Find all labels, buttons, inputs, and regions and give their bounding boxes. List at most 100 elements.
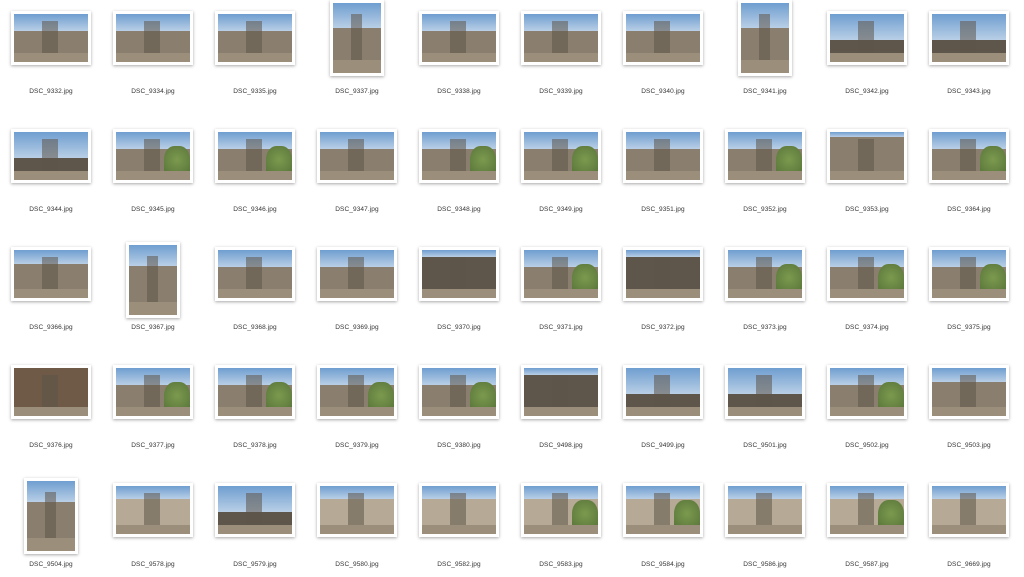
image-thumbnail[interactable] [126, 242, 180, 318]
image-thumbnail[interactable] [419, 365, 499, 419]
file-item[interactable]: DSC_9380.jpg [408, 360, 510, 478]
image-thumbnail[interactable] [827, 247, 907, 301]
file-item[interactable]: DSC_9582.jpg [408, 478, 510, 577]
image-thumbnail[interactable] [521, 483, 601, 537]
file-item[interactable]: DSC_9369.jpg [306, 242, 408, 360]
image-thumbnail[interactable] [11, 129, 91, 183]
file-item[interactable]: DSC_9366.jpg [0, 242, 102, 360]
file-item[interactable]: DSC_9586.jpg [714, 478, 816, 577]
image-thumbnail[interactable] [317, 483, 397, 537]
file-item[interactable]: DSC_9501.jpg [714, 360, 816, 478]
image-thumbnail[interactable] [215, 11, 295, 65]
image-thumbnail[interactable] [419, 483, 499, 537]
image-thumbnail[interactable] [929, 247, 1009, 301]
file-item[interactable]: DSC_9348.jpg [408, 124, 510, 242]
file-item[interactable]: DSC_9584.jpg [612, 478, 714, 577]
file-item[interactable]: DSC_9578.jpg [102, 478, 204, 577]
image-thumbnail[interactable] [215, 365, 295, 419]
file-item[interactable]: DSC_9370.jpg [408, 242, 510, 360]
image-thumbnail[interactable] [330, 0, 384, 76]
image-thumbnail[interactable] [11, 365, 91, 419]
file-item[interactable]: DSC_9502.jpg [816, 360, 918, 478]
image-thumbnail[interactable] [827, 365, 907, 419]
file-item[interactable]: DSC_9352.jpg [714, 124, 816, 242]
image-thumbnail[interactable] [929, 129, 1009, 183]
file-item[interactable]: DSC_9504.jpg [0, 478, 102, 577]
image-thumbnail[interactable] [623, 365, 703, 419]
file-item[interactable]: DSC_9347.jpg [306, 124, 408, 242]
image-thumbnail[interactable] [215, 483, 295, 537]
file-item[interactable]: DSC_9373.jpg [714, 242, 816, 360]
file-item[interactable]: DSC_9498.jpg [510, 360, 612, 478]
file-item[interactable]: DSC_9379.jpg [306, 360, 408, 478]
image-thumbnail[interactable] [623, 129, 703, 183]
file-item[interactable]: DSC_9351.jpg [612, 124, 714, 242]
image-thumbnail[interactable] [521, 11, 601, 65]
image-thumbnail[interactable] [521, 365, 601, 419]
image-thumbnail[interactable] [929, 365, 1009, 419]
file-item[interactable]: DSC_9335.jpg [204, 6, 306, 124]
file-item[interactable]: DSC_9344.jpg [0, 124, 102, 242]
image-thumbnail[interactable] [725, 365, 805, 419]
file-item[interactable]: DSC_9340.jpg [612, 6, 714, 124]
image-thumbnail[interactable] [623, 247, 703, 301]
file-item[interactable]: DSC_9334.jpg [102, 6, 204, 124]
file-item[interactable]: DSC_9346.jpg [204, 124, 306, 242]
image-thumbnail[interactable] [623, 483, 703, 537]
image-thumbnail[interactable] [929, 11, 1009, 65]
file-item[interactable]: DSC_9371.jpg [510, 242, 612, 360]
file-item[interactable]: DSC_9374.jpg [816, 242, 918, 360]
image-thumbnail[interactable] [419, 11, 499, 65]
image-thumbnail[interactable] [24, 478, 78, 554]
image-thumbnail[interactable] [113, 129, 193, 183]
image-thumbnail[interactable] [317, 365, 397, 419]
image-thumbnail[interactable] [827, 129, 907, 183]
file-item[interactable]: DSC_9338.jpg [408, 6, 510, 124]
image-thumbnail[interactable] [11, 247, 91, 301]
image-thumbnail[interactable] [623, 11, 703, 65]
file-item[interactable]: DSC_9499.jpg [612, 360, 714, 478]
image-thumbnail[interactable] [738, 0, 792, 76]
image-thumbnail[interactable] [11, 11, 91, 65]
file-item[interactable]: DSC_9343.jpg [918, 6, 1020, 124]
image-thumbnail[interactable] [725, 483, 805, 537]
image-thumbnail[interactable] [215, 247, 295, 301]
file-item[interactable]: DSC_9579.jpg [204, 478, 306, 577]
image-thumbnail[interactable] [725, 129, 805, 183]
image-thumbnail[interactable] [827, 483, 907, 537]
image-thumbnail[interactable] [113, 483, 193, 537]
file-item[interactable]: DSC_9345.jpg [102, 124, 204, 242]
image-thumbnail[interactable] [827, 11, 907, 65]
file-item[interactable]: DSC_9587.jpg [816, 478, 918, 577]
file-item[interactable]: DSC_9377.jpg [102, 360, 204, 478]
image-thumbnail[interactable] [113, 11, 193, 65]
file-item[interactable]: DSC_9375.jpg [918, 242, 1020, 360]
file-item[interactable]: DSC_9669.jpg [918, 478, 1020, 577]
file-item[interactable]: DSC_9580.jpg [306, 478, 408, 577]
image-thumbnail[interactable] [521, 247, 601, 301]
file-item[interactable]: DSC_9332.jpg [0, 6, 102, 124]
image-thumbnail[interactable] [215, 129, 295, 183]
image-thumbnail[interactable] [113, 365, 193, 419]
image-thumbnail[interactable] [419, 129, 499, 183]
file-item[interactable]: DSC_9376.jpg [0, 360, 102, 478]
file-item[interactable]: DSC_9364.jpg [918, 124, 1020, 242]
file-item[interactable]: DSC_9378.jpg [204, 360, 306, 478]
file-item[interactable]: DSC_9341.jpg [714, 0, 816, 124]
image-thumbnail[interactable] [317, 247, 397, 301]
file-item[interactable]: DSC_9368.jpg [204, 242, 306, 360]
file-item[interactable]: DSC_9583.jpg [510, 478, 612, 577]
image-thumbnail[interactable] [521, 129, 601, 183]
file-item[interactable]: DSC_9339.jpg [510, 6, 612, 124]
file-item[interactable]: DSC_9349.jpg [510, 124, 612, 242]
file-item[interactable]: DSC_9337.jpg [306, 0, 408, 124]
file-item[interactable]: DSC_9353.jpg [816, 124, 918, 242]
image-thumbnail[interactable] [725, 247, 805, 301]
image-thumbnail[interactable] [929, 483, 1009, 537]
file-item[interactable]: DSC_9367.jpg [102, 242, 204, 360]
file-item[interactable]: DSC_9503.jpg [918, 360, 1020, 478]
file-item[interactable]: DSC_9342.jpg [816, 6, 918, 124]
image-thumbnail[interactable] [317, 129, 397, 183]
file-item[interactable]: DSC_9372.jpg [612, 242, 714, 360]
image-thumbnail[interactable] [419, 247, 499, 301]
